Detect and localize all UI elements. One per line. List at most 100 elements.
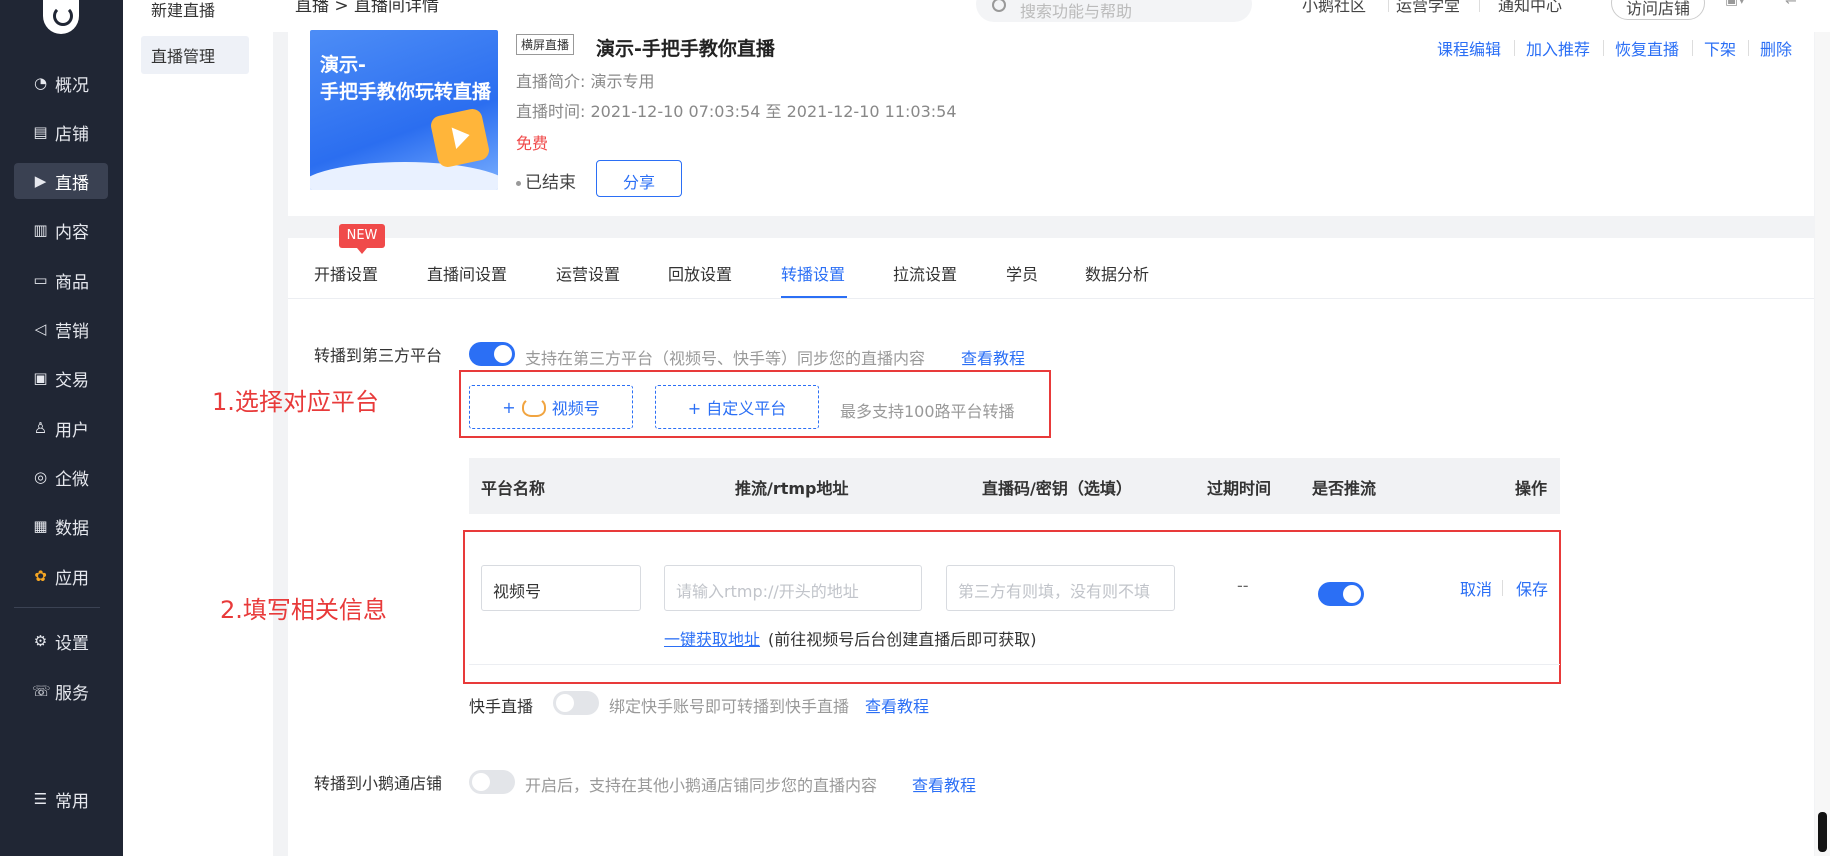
store-icon: ▤ [33, 122, 48, 141]
cancel-link[interactable]: 取消 [1460, 576, 1492, 600]
apps-icon: ✿ [34, 566, 47, 585]
store-relay-label: 转播到小鹅通店铺 [314, 774, 443, 793]
swap-icon[interactable]: ⇌ [1785, 0, 1797, 8]
top-header: 直播 > 直播间详情 搜索功能与帮助 小鹅社区 运营学堂 通知中心 访问店铺 ▣… [273, 0, 1830, 32]
store-relay-toggle[interactable] [469, 770, 515, 794]
nav-item-label: 常用 [55, 791, 89, 812]
platform-name-input[interactable]: 视频号 [481, 565, 641, 611]
service-icon: ☏ [32, 681, 51, 700]
tab-students[interactable]: 学员 [1006, 261, 1038, 285]
nav-item-wecom[interactable]: ◎ 企微 [14, 459, 108, 495]
save-link[interactable]: 保存 [1516, 576, 1548, 600]
toggle-knob [472, 773, 490, 791]
annotation-step-2: 2.填写相关信息 [220, 596, 387, 624]
nav-item-users[interactable]: ♙ 用户 [14, 410, 108, 446]
tab-operation-settings[interactable]: 运营设置 [556, 261, 620, 285]
tab-relay-settings[interactable]: 转播设置 [781, 261, 845, 285]
subnav-item-new-live[interactable]: 新建直播 [141, 0, 249, 28]
header-divider [1479, 0, 1480, 12]
add-recommend-link[interactable]: 加入推荐 [1526, 36, 1590, 60]
toggle-knob [1343, 585, 1361, 603]
add-custom-platform-button[interactable]: + 自定义平台 [655, 385, 819, 429]
expire-time-value: -- [1237, 576, 1249, 595]
tab-data-analysis[interactable]: 数据分析 [1085, 261, 1149, 285]
tab-room-settings[interactable]: 直播间设置 [427, 261, 507, 285]
nav-item-data[interactable]: ▦ 数据 [14, 508, 108, 544]
stream-key-input[interactable]: 第三方有则填，没有则不填 [946, 565, 1175, 611]
push-toggle[interactable] [1318, 582, 1364, 606]
nav-item-overview[interactable]: ◔ 概况 [14, 65, 108, 101]
restore-live-link[interactable]: 恢复直播 [1615, 36, 1679, 60]
rtmp-address-input[interactable]: 请输入rtmp://开头的地址 [664, 565, 922, 611]
store-relay-hint: 开启后，支持在其他小鹅通店铺同步您的直播内容 [525, 776, 878, 795]
nav-item-label: 营销 [55, 321, 89, 342]
clock-icon: ◔ [33, 73, 48, 92]
third-party-toggle[interactable] [469, 342, 515, 366]
col-operation: 操作 [1515, 479, 1548, 498]
get-address-link[interactable]: 一键获取地址 [664, 626, 760, 650]
wechat-channel-icon [521, 397, 546, 417]
nav-item-common[interactable]: ☰ 常用 [14, 781, 108, 817]
nav-item-label: 概况 [55, 75, 89, 96]
chat-icon: ◎ [33, 467, 48, 486]
search-input[interactable]: 搜索功能与帮助 [976, 0, 1252, 22]
tab-pull-settings[interactable]: 拉流设置 [893, 261, 957, 285]
max-platform-hint: 最多支持100路平台转播 [840, 402, 1015, 421]
nav-item-store[interactable]: ▤ 店铺 [14, 114, 108, 150]
nav-divider [14, 607, 100, 608]
third-party-tutorial-link[interactable]: 查看教程 [961, 345, 1025, 369]
nav-item-content[interactable]: ▥ 内容 [14, 212, 108, 248]
kuaishou-toggle[interactable] [553, 691, 599, 715]
live-type-tag: 横屏直播 [516, 34, 575, 55]
tab-start-settings[interactable]: 开播设置 [314, 261, 378, 285]
add-wechat-channel-button[interactable]: + 视频号 [469, 385, 633, 429]
app-switch-icon[interactable]: ▣▾ [1725, 0, 1745, 8]
live-price: 免费 [516, 134, 549, 153]
subnav-item-live-manage[interactable]: 直播管理 [141, 36, 249, 74]
nav-item-label: 直播 [55, 173, 89, 194]
gear-icon: ⚙ [33, 631, 48, 650]
nav-item-apps[interactable]: ✿ 应用 [14, 558, 108, 594]
delete-link[interactable]: 删除 [1760, 36, 1792, 60]
kuaishou-tutorial-link[interactable]: 查看教程 [865, 693, 929, 717]
col-expire-time: 过期时间 [1207, 479, 1272, 498]
nav-item-settings[interactable]: ⚙ 设置 [14, 623, 108, 659]
nav-item-trade[interactable]: ▣ 交易 [14, 360, 108, 396]
nav-item-marketing[interactable]: ◁ 营销 [14, 311, 108, 347]
scrollbar-thumb[interactable] [1818, 812, 1827, 852]
brand-logo[interactable] [43, 0, 79, 34]
header-divider [1388, 0, 1389, 12]
notification-link[interactable]: 通知中心 [1498, 0, 1562, 16]
community-link[interactable]: 小鹅社区 [1302, 0, 1366, 16]
store-relay-tutorial-link[interactable]: 查看教程 [912, 772, 976, 796]
megaphone-icon: ◁ [34, 319, 47, 338]
list-icon: ☰ [33, 789, 48, 808]
nav-item-label: 数据 [55, 518, 89, 539]
col-stream-key: 直播码/密钥（选填） [982, 479, 1132, 498]
vertical-scrollbar[interactable] [1815, 32, 1830, 856]
play-icon [429, 107, 491, 169]
action-divider [1603, 40, 1604, 56]
new-badge: NEW [339, 224, 385, 254]
tab-replay-settings[interactable]: 回放设置 [668, 261, 732, 285]
third-party-label: 转播到第三方平台 [314, 346, 443, 365]
unpublish-link[interactable]: 下架 [1704, 36, 1736, 60]
main-nav: ◔ 概况 ▤ 店铺 ▶ 直播 ▥ 内容 ▭ 商品 ◁ 营销 ▣ 交易 ♙ 用户 ◎ 企微 ▦ 数据 … [0, 0, 123, 856]
nav-item-products[interactable]: ▭ 商品 [14, 262, 108, 298]
share-button[interactable]: 分享 [596, 160, 682, 197]
visit-store-button[interactable]: 访问店铺 [1611, 0, 1705, 20]
nav-item-service[interactable]: ☏ 服务 [14, 673, 108, 709]
search-icon [992, 0, 1006, 12]
breadcrumb[interactable]: 直播 > 直播间详情 [295, 0, 439, 16]
document-icon: ▥ [33, 220, 48, 239]
toggle-knob [556, 694, 574, 712]
academy-link[interactable]: 运营学堂 [1396, 0, 1460, 16]
sub-nav: 新建直播 直播管理 [123, 0, 273, 856]
action-divider [1748, 40, 1749, 56]
nav-item-label: 企微 [55, 469, 89, 490]
wechat-btn-label: 视频号 [551, 399, 600, 418]
edit-course-link[interactable]: 课程编辑 [1437, 36, 1501, 60]
annotation-step-1: 1.选择对应平台 [212, 388, 379, 416]
nav-item-live[interactable]: ▶ 直播 [14, 163, 108, 199]
live-intro: 直播简介: 演示专用 [516, 72, 655, 91]
